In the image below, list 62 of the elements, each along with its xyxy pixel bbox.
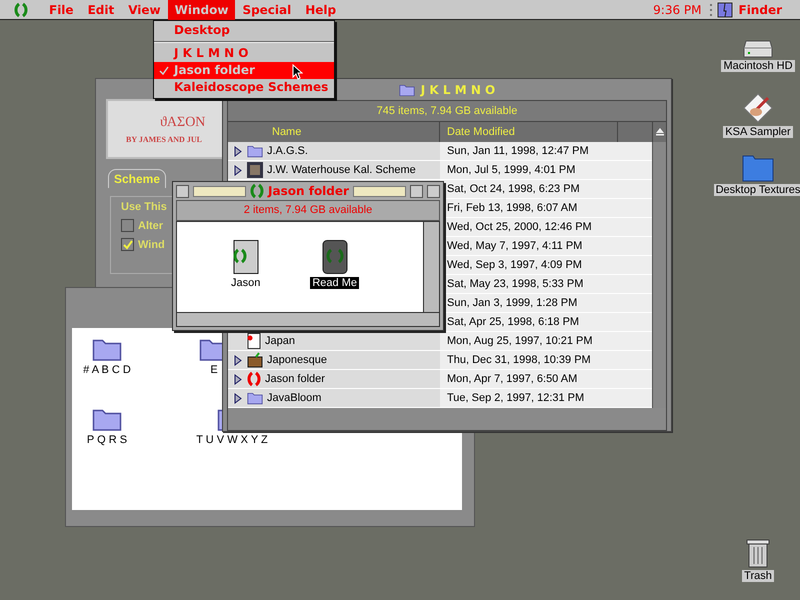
file-name[interactable]: Japan xyxy=(265,335,295,347)
file-name[interactable]: Japonesque xyxy=(267,354,327,366)
folder-icon xyxy=(247,144,263,158)
horizontal-scroll-bar[interactable] xyxy=(176,312,440,327)
title-stripe xyxy=(352,186,406,196)
laurel-icon xyxy=(250,183,264,199)
date-cell: Mon, Apr 7, 1997, 6:50 AM xyxy=(440,370,652,388)
file-name[interactable]: J.A.G.S. xyxy=(267,145,308,157)
banner-subtitle: BY JAMES AND JUL xyxy=(126,134,202,144)
date-cell: Sun, Jan 11, 1998, 12:47 PM xyxy=(440,142,652,160)
file-label[interactable]: Read Me xyxy=(310,277,359,289)
collapse-box[interactable] xyxy=(427,184,440,198)
pointer-cursor-icon xyxy=(292,64,303,80)
file-label[interactable]: Jason xyxy=(229,277,262,289)
picture-thumbnail-icon xyxy=(247,162,263,178)
items-info-text: 2 items, 7.94 GB available xyxy=(176,200,440,221)
banner-title: ϑΑΣΟΝ xyxy=(160,114,206,130)
date-cell: Mon, Aug 25, 1997, 10:21 PM xyxy=(440,332,652,350)
checkbox[interactable] xyxy=(121,219,134,232)
desktop-icon-label[interactable]: Trash xyxy=(742,570,774,582)
folder-label[interactable]: # A B C D xyxy=(83,364,131,376)
vertical-scroll-bar[interactable] xyxy=(423,222,439,312)
window-title: Jason folder xyxy=(268,184,349,198)
disclosure-triangle-icon[interactable] xyxy=(234,354,242,366)
document-icon[interactable] xyxy=(232,240,259,274)
file-name[interactable]: JavaBloom xyxy=(267,392,322,404)
close-box[interactable] xyxy=(176,184,189,198)
disclosure-triangle-icon[interactable] xyxy=(234,374,242,384)
sort-direction-icon[interactable] xyxy=(656,128,664,136)
title-stripe xyxy=(193,186,246,196)
date-cell: Tue, Sep 2, 1997, 12:31 PM xyxy=(440,389,652,407)
items-info-text: 745 items, 7.94 GB available xyxy=(376,104,518,119)
date-cell: Sat, Oct 24, 1998, 6:23 PM xyxy=(440,180,652,198)
laurel-icon xyxy=(14,2,28,18)
folder-icon xyxy=(398,82,415,96)
zoom-box[interactable] xyxy=(410,184,423,198)
laurel-icon xyxy=(247,371,261,387)
desktop-icon-label[interactable]: Macintosh HD xyxy=(721,60,795,72)
group-label: Use This xyxy=(121,201,167,213)
desktop-icon-label[interactable]: KSA Sampler xyxy=(723,126,793,138)
suitcase-icon xyxy=(247,352,263,368)
checkbox[interactable] xyxy=(121,238,134,251)
folder-label[interactable]: T U V W X Y Z xyxy=(196,434,268,446)
trash-icon[interactable] xyxy=(746,538,770,568)
desktop-icon-label[interactable]: Desktop Textures xyxy=(714,184,800,196)
checkbox-label: Wind xyxy=(138,238,165,250)
checkbox-label: Alter xyxy=(138,220,164,232)
folder-label[interactable]: P Q R S xyxy=(86,434,128,446)
date-cell: Thu, Dec 31, 1998, 10:39 PM xyxy=(440,351,652,369)
scroll-bar-track[interactable] xyxy=(652,142,666,408)
disclosure-triangle-icon[interactable] xyxy=(234,164,242,176)
window-title: J K L M N O xyxy=(420,82,496,96)
disclosure-triangle-icon[interactable] xyxy=(234,146,242,156)
laurel-document-icon[interactable] xyxy=(322,240,348,274)
disclosure-triangle-icon[interactable] xyxy=(234,392,242,404)
folder-label[interactable]: E xyxy=(210,364,218,376)
pencil-hand-icon[interactable] xyxy=(742,92,774,124)
file-name[interactable]: Jason folder xyxy=(265,373,325,385)
date-cell: Mon, Jul 5, 1999, 4:01 PM xyxy=(440,161,652,179)
grip-icon xyxy=(710,2,712,16)
hard-drive-icon[interactable] xyxy=(743,40,773,58)
check-icon xyxy=(159,66,169,76)
